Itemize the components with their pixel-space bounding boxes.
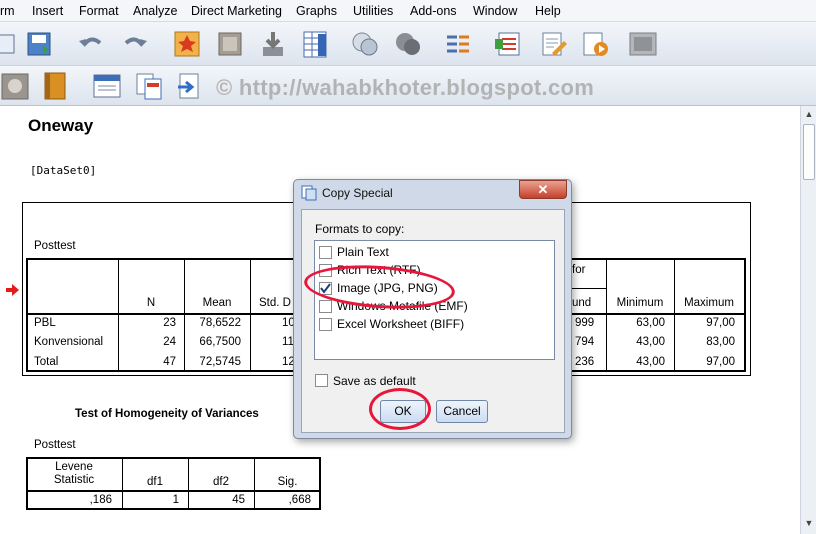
import-icon[interactable] [258, 29, 288, 59]
scroll-down-icon[interactable]: ▼ [803, 518, 815, 530]
variables-icon[interactable] [215, 29, 245, 59]
page-title: Oneway [28, 116, 94, 135]
cell-min: 63,00 [636, 317, 665, 329]
checkbox[interactable] [319, 246, 332, 259]
goto-case-icon[interactable] [172, 29, 202, 59]
cell-df2: 45 [232, 494, 245, 506]
menu-format[interactable]: Format [79, 4, 119, 18]
col-header-levene: Levene Statistic [53, 461, 95, 486]
window-icon[interactable] [92, 71, 122, 101]
save-default-checkbox[interactable] [315, 374, 328, 387]
menu-graphs[interactable]: Graphs [296, 4, 337, 18]
cell-mean: 66,7500 [199, 336, 241, 348]
menu-file[interactable]: rm [0, 4, 15, 18]
toolbar-frame-icon[interactable] [628, 29, 658, 59]
menu-analyze[interactable]: Analyze [133, 4, 177, 18]
table-divider [674, 258, 675, 372]
table-divider [250, 258, 251, 372]
col-header-df2: df2 [213, 476, 229, 488]
homogeneity-title: Posttest [34, 439, 76, 451]
cell-levene: ,186 [89, 494, 112, 506]
col-header-n: N [146, 297, 156, 309]
col-header-sig: Sig. [277, 476, 298, 488]
cell-upper: 794 [575, 336, 595, 348]
cancel-button[interactable]: Cancel [436, 400, 488, 423]
cell-max: 97,00 [706, 317, 735, 329]
formats-label: Formats to copy: [315, 222, 405, 236]
table-divider [606, 258, 607, 372]
table-divider [118, 258, 119, 372]
col-header-df1: df1 [147, 476, 163, 488]
copy-special-dialog: Copy Special ✕ Formats to copy: Plain Te… [293, 179, 572, 439]
save-icon[interactable] [24, 29, 54, 59]
menu-utilities[interactable]: Utilities [353, 4, 393, 18]
vertical-scrollbar[interactable]: ▲ ▼ [800, 106, 816, 534]
scroll-up-icon[interactable]: ▲ [803, 109, 815, 121]
viewer-icon[interactable] [0, 71, 30, 101]
chart-bubble-icon[interactable] [350, 29, 380, 59]
table-divider [26, 490, 321, 492]
export-doc-icon[interactable] [174, 71, 204, 101]
run-script-icon[interactable] [580, 29, 610, 59]
close-button[interactable]: ✕ [519, 180, 567, 199]
row-label: PBL [34, 317, 56, 329]
checkbox[interactable] [319, 300, 332, 313]
scroll-thumb[interactable] [803, 124, 815, 180]
watermark-text: © http://wahabkhoter.blogspot.com [216, 75, 595, 100]
col-header-mean: Mean [202, 297, 232, 309]
cell-upper: 236 [575, 356, 595, 368]
save-default-label: Save as default [333, 374, 416, 388]
undo-icon[interactable] [76, 29, 106, 59]
cell-sig: ,668 [288, 494, 311, 506]
menu-direct-marketing[interactable]: Direct Marketing [191, 4, 282, 18]
cell-df1: 1 [172, 494, 179, 506]
cell-n: 24 [163, 336, 176, 348]
redo-icon[interactable] [120, 29, 150, 59]
cell-mean: 72,5745 [199, 356, 241, 368]
toolbar-main [0, 22, 816, 66]
menu-bar: rm Insert Format Analyze Direct Marketin… [0, 0, 816, 22]
menu-add-ons[interactable]: Add-ons [410, 4, 457, 18]
cell-min: 43,00 [636, 336, 665, 348]
menu-help[interactable]: Help [535, 4, 561, 18]
col-header-std: Std. D [259, 297, 291, 309]
checkbox[interactable] [319, 318, 332, 331]
open-icon[interactable] [0, 29, 22, 59]
descriptives-title: Posttest [34, 240, 76, 252]
cell-n: 47 [163, 356, 176, 368]
pivot-icon[interactable] [443, 29, 473, 59]
col-header-ci: for [572, 264, 586, 276]
cell-mean: 78,6522 [199, 317, 241, 329]
cell-min: 43,00 [636, 356, 665, 368]
edit-output-icon[interactable] [538, 29, 568, 59]
copy-doc-icon[interactable] [134, 71, 164, 101]
homogeneity-heading: Test of Homogeneity of Variances [75, 408, 259, 420]
menu-insert[interactable]: Insert [32, 4, 63, 18]
selection-arrow-icon [6, 284, 19, 296]
menu-window[interactable]: Window [473, 4, 517, 18]
data-table-icon[interactable] [300, 29, 330, 59]
cell-upper: 999 [575, 317, 595, 329]
book-icon[interactable] [40, 71, 70, 101]
dialog-body: Formats to copy: Plain Text Rich Text (R… [301, 209, 565, 433]
format-label: Plain Text [337, 245, 389, 259]
annotation-circle-ok [369, 388, 431, 430]
row-label: Total [34, 356, 59, 368]
cell-max: 97,00 [706, 356, 735, 368]
select-cases-icon[interactable] [493, 29, 523, 59]
col-header-minimum: Minimum [616, 297, 664, 309]
format-label: Excel Worksheet (BIFF) [337, 317, 465, 331]
chart-dark-bubble-icon[interactable] [393, 29, 423, 59]
row-label: Konvensional [34, 336, 104, 348]
dataset-label: [DataSet0] [30, 164, 97, 177]
cell-max: 83,00 [706, 336, 735, 348]
cell-n: 23 [163, 317, 176, 329]
col-header-maximum: Maximum [684, 297, 734, 309]
dialog-app-icon [301, 185, 317, 201]
table-divider [184, 258, 185, 372]
col-header-upper: und [572, 297, 592, 309]
dialog-title: Copy Special [322, 186, 393, 200]
